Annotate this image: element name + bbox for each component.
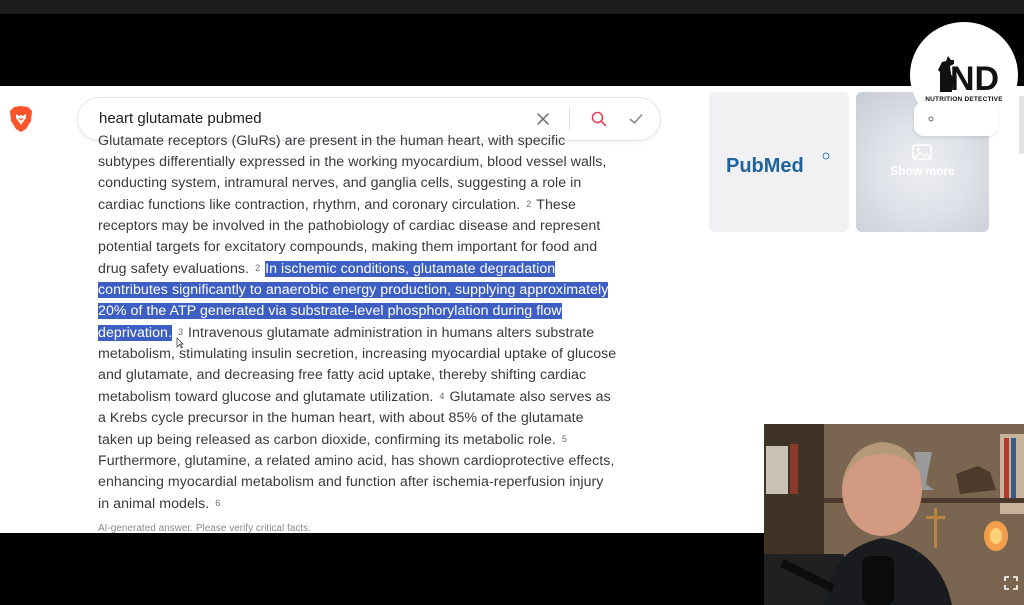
answer-line: contributes significantly to anaerobic e… [98, 280, 643, 301]
brand-tab-overlay [914, 102, 998, 136]
answer-line: enhancing myocardial metabolism and func… [98, 472, 643, 493]
citation-marker[interactable]: 4 [439, 391, 444, 401]
svg-text:PubMed: PubMed [726, 155, 804, 177]
brave-lion-icon[interactable] [8, 105, 34, 133]
top-bar [0, 0, 1024, 14]
checkmark-icon[interactable] [627, 110, 645, 128]
answer-line: and glutamate, and decreasing free fatty… [98, 365, 643, 386]
highlighted-text: 20% of the ATP generated via substrate-l… [98, 303, 562, 319]
scrollbar[interactable] [1019, 96, 1024, 154]
dot-icon [928, 116, 934, 122]
show-more-label: Show more [890, 164, 955, 178]
answer-line: Glutamate receptors (GluRs) are present … [98, 131, 643, 152]
answer-line: potential targets for excitatory compoun… [98, 237, 643, 258]
answer-text: a Krebs cycle precursor in the human hea… [98, 410, 584, 426]
image-icon [912, 144, 932, 160]
answer-text: and glutamate, and decreasing free fatty… [98, 367, 587, 383]
highlighted-text: deprivation. [98, 325, 172, 341]
answer-line: metabolism toward glucose and glutamate … [98, 386, 643, 408]
ai-answer-text: Glutamate receptors (GluRs) are present … [98, 131, 643, 515]
webcam-scene [764, 424, 1024, 605]
expand-icon[interactable] [1003, 575, 1019, 591]
answer-line: 20% of the ATP generated via substrate-l… [98, 301, 643, 322]
webcam-overlay [764, 424, 1024, 605]
answer-line: a Krebs cycle precursor in the human hea… [98, 408, 643, 429]
citation-marker[interactable]: 6 [215, 498, 220, 508]
answer-text: Glutamate also serves as [449, 389, 611, 405]
citation-marker[interactable]: 3 [178, 327, 183, 337]
answer-line: Furthermore, glutamine, a related amino … [98, 451, 643, 472]
answer-text: conducting system, intramural nerves, an… [98, 175, 582, 191]
answer-line: conducting system, intramural nerves, an… [98, 173, 643, 194]
nutrition-detective-logo: ND [938, 56, 999, 96]
answer-text: subtypes differentially expressed in the… [98, 154, 607, 170]
answer-text: Glutamate receptors (GluRs) are present … [98, 133, 566, 149]
close-icon[interactable] [534, 110, 552, 128]
pubmed-logo: PubMed [726, 152, 830, 177]
pubmed-image-thumbnail[interactable]: PubMed [709, 92, 849, 232]
answer-line: taken up being released as carbon dioxid… [98, 429, 643, 451]
ai-disclaimer: AI-generated answer. Please verify criti… [98, 523, 311, 533]
citation-marker[interactable]: 2 [526, 199, 531, 209]
search-icon[interactable] [590, 110, 608, 128]
highlighted-text: In ischemic conditions, glutamate degrad… [265, 261, 556, 277]
answer-line: subtypes differentially expressed in the… [98, 152, 643, 173]
answer-text: Intravenous glutamate administration in … [188, 325, 595, 341]
answer-text: metabolism toward glucose and glutamate … [98, 389, 434, 405]
answer-line: in animal models. 6 [98, 493, 643, 515]
answer-text: Furthermore, glutamine, a related amino … [98, 453, 615, 469]
answer-line: drug safety evaluations. 2 In ischemic con… [98, 258, 643, 280]
answer-text: cardiac functions like contraction, rhyt… [98, 197, 521, 213]
svg-text:ND: ND [950, 60, 999, 96]
answer-line: receptors may be involved in the pathobi… [98, 216, 643, 237]
answer-text: These [536, 197, 576, 213]
search-query[interactable]: heart glutamate pubmed [99, 110, 262, 127]
highlighted-text: contributes significantly to anaerobic e… [98, 282, 609, 298]
answer-text: receptors may be involved in the pathobi… [98, 218, 601, 234]
answer-line: cardiac functions like contraction, rhyt… [98, 194, 643, 216]
citation-marker[interactable]: 5 [562, 434, 567, 444]
answer-text: potential targets for excitatory compoun… [98, 239, 598, 255]
mouse-cursor-icon [176, 337, 184, 349]
search-divider [569, 108, 570, 130]
answer-text: drug safety evaluations. [98, 261, 250, 277]
answer-text: taken up being released as carbon dioxid… [98, 432, 556, 448]
citation-marker[interactable]: 2 [255, 263, 260, 273]
answer-text: enhancing myocardial metabolism and func… [98, 474, 604, 490]
answer-text: in animal models. [98, 496, 210, 512]
